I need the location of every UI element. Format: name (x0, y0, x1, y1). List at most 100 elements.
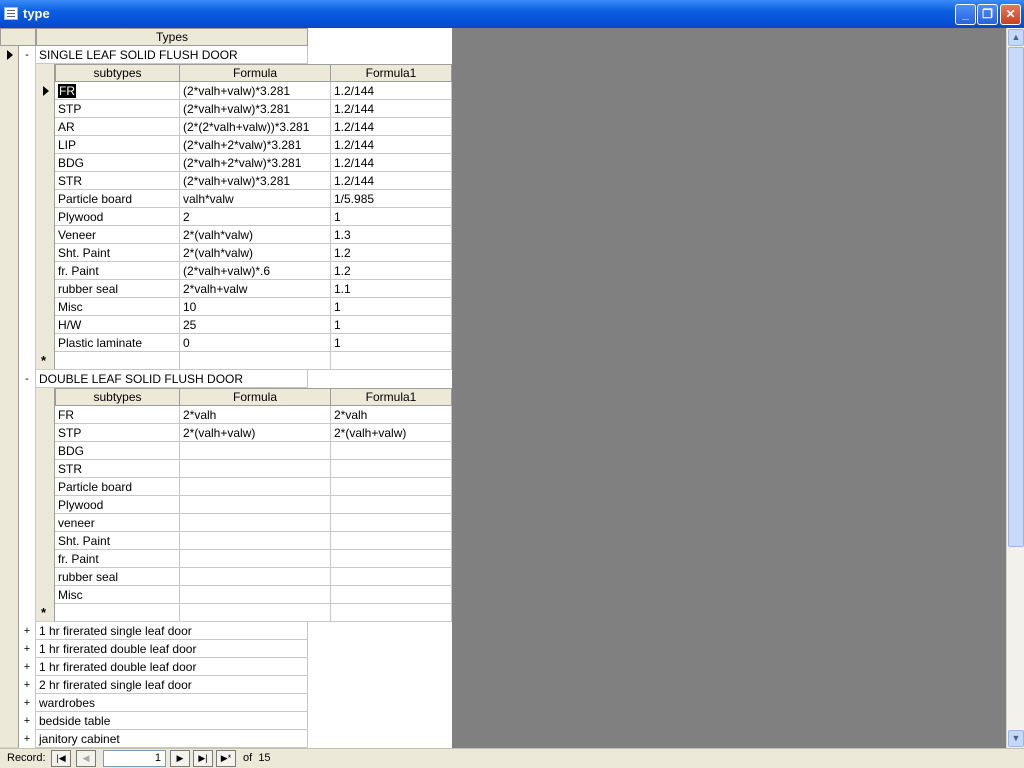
formula-cell[interactable]: (2*valh+valw)*3.281 (180, 100, 331, 118)
subtypes-column-header[interactable]: subtypes (55, 64, 180, 82)
subtype-cell[interactable]: FR (55, 406, 180, 424)
subtype-cell[interactable]: Misc (55, 298, 180, 316)
new-formula-cell[interactable] (180, 604, 331, 622)
expand-toggle[interactable]: + (21, 642, 33, 656)
restore-button[interactable]: ❐ (977, 4, 998, 25)
subtype-cell[interactable]: Particle board (55, 190, 180, 208)
parent-row-name[interactable]: wardrobes (36, 694, 308, 712)
formula-cell[interactable] (180, 586, 331, 604)
formula1-cell[interactable]: 2*(valh+valw) (331, 424, 452, 442)
minimize-button[interactable]: _ (955, 4, 976, 25)
subtype-cell[interactable]: Sht. Paint (55, 532, 180, 550)
formula1-cell[interactable] (331, 514, 452, 532)
new-formula1-cell[interactable] (331, 352, 452, 370)
formula1-cell[interactable]: 1.1 (331, 280, 452, 298)
subtype-cell[interactable]: Plywood (55, 208, 180, 226)
previous-record-button[interactable]: ◀ (76, 750, 96, 767)
subtype-cell[interactable]: Misc (55, 586, 180, 604)
last-record-button[interactable]: ▶| (193, 750, 213, 767)
formula1-cell[interactable]: 1.2/144 (331, 136, 452, 154)
formula1-column-header[interactable]: Formula1 (331, 388, 452, 406)
close-button[interactable]: ✕ (1000, 4, 1021, 25)
scroll-thumb[interactable] (1008, 47, 1024, 547)
formula-cell[interactable] (180, 532, 331, 550)
formula1-cell[interactable]: 1.2 (331, 262, 452, 280)
parent-row-name[interactable]: 2 hr firerated single leaf door (36, 676, 308, 694)
subtype-cell[interactable]: Plywood (55, 496, 180, 514)
formula1-cell[interactable]: 1.2/144 (331, 118, 452, 136)
expand-toggle[interactable]: + (21, 732, 33, 746)
formula-cell[interactable]: (2*(2*valh+valw))*3.281 (180, 118, 331, 136)
formula1-cell[interactable]: 1 (331, 208, 452, 226)
formula-cell[interactable]: 2 (180, 208, 331, 226)
formula-cell[interactable]: (2*valh+valw)*.6 (180, 262, 331, 280)
subtype-cell[interactable]: AR (55, 118, 180, 136)
formula-cell[interactable] (180, 460, 331, 478)
formula-cell[interactable]: (2*valh+valw)*3.281 (180, 172, 331, 190)
formula1-cell[interactable] (331, 496, 452, 514)
formula1-cell[interactable]: 1.2/144 (331, 172, 452, 190)
subtype-cell[interactable]: STR (55, 172, 180, 190)
vertical-scrollbar[interactable]: ▲ ▼ (1006, 28, 1024, 748)
new-subtype-cell[interactable] (55, 604, 180, 622)
subtype-cell[interactable]: Particle board (55, 478, 180, 496)
collapse-toggle[interactable]: - (21, 372, 33, 386)
subtype-cell[interactable]: rubber seal (55, 280, 180, 298)
formula1-cell[interactable]: 1 (331, 316, 452, 334)
formula1-cell[interactable]: 1 (331, 298, 452, 316)
formula1-cell[interactable]: 1.2/144 (331, 154, 452, 172)
formula-column-header[interactable]: Formula (180, 64, 331, 82)
formula1-cell[interactable] (331, 550, 452, 568)
formula-cell[interactable] (180, 496, 331, 514)
formula-cell[interactable]: 0 (180, 334, 331, 352)
formula1-cell[interactable] (331, 532, 452, 550)
subtype-cell[interactable]: H/W (55, 316, 180, 334)
expand-toggle[interactable]: + (21, 696, 33, 710)
formula-cell[interactable]: (2*valh+valw)*3.281 (180, 82, 331, 100)
types-column-header[interactable]: Types (36, 28, 308, 46)
formula1-cell[interactable] (331, 442, 452, 460)
new-formula-cell[interactable] (180, 352, 331, 370)
formula-cell[interactable] (180, 568, 331, 586)
formula-cell[interactable] (180, 514, 331, 532)
formula1-cell[interactable]: 1.2/144 (331, 100, 452, 118)
formula-cell[interactable] (180, 478, 331, 496)
formula-column-header[interactable]: Formula (180, 388, 331, 406)
parent-row-name[interactable]: 1 hr firerated double leaf door (36, 640, 308, 658)
new-subtype-cell[interactable] (55, 352, 180, 370)
expand-toggle[interactable]: + (21, 714, 33, 728)
formula1-cell[interactable]: 1.2/144 (331, 82, 452, 100)
subtype-cell[interactable]: BDG (55, 154, 180, 172)
formula-cell[interactable]: 2*(valh*valw) (180, 226, 331, 244)
formula-cell[interactable]: valh*valw (180, 190, 331, 208)
collapse-toggle[interactable]: - (21, 48, 33, 62)
parent-row-name[interactable]: 1 hr firerated double leaf door (36, 658, 308, 676)
corner-cell[interactable] (0, 28, 36, 46)
expand-toggle[interactable]: + (21, 660, 33, 674)
expand-toggle[interactable]: + (21, 678, 33, 692)
formula-cell[interactable] (180, 442, 331, 460)
parent-row-name[interactable]: bedside table (36, 712, 308, 730)
formula1-cell[interactable]: 1.2 (331, 244, 452, 262)
new-formula1-cell[interactable] (331, 604, 452, 622)
formula-cell[interactable]: (2*valh+2*valw)*3.281 (180, 136, 331, 154)
subtype-cell[interactable]: fr. Paint (55, 550, 180, 568)
parent-row-name[interactable]: 1 hr firerated single leaf door (36, 622, 308, 640)
first-record-button[interactable]: |◀ (51, 750, 71, 767)
subtype-cell[interactable]: fr. Paint (55, 262, 180, 280)
subtype-cell[interactable]: Veneer (55, 226, 180, 244)
formula1-cell[interactable]: 2*valh (331, 406, 452, 424)
subtype-cell[interactable]: veneer (55, 514, 180, 532)
subtype-cell[interactable]: Sht. Paint (55, 244, 180, 262)
subtype-cell[interactable]: STR (55, 460, 180, 478)
formula-cell[interactable]: 2*valh+valw (180, 280, 331, 298)
formula-cell[interactable]: 2*valh (180, 406, 331, 424)
parent-row-name[interactable]: DOUBLE LEAF SOLID FLUSH DOOR (36, 370, 308, 388)
subtype-cell[interactable]: Plastic laminate (55, 334, 180, 352)
parent-row-name[interactable]: SINGLE LEAF SOLID FLUSH DOOR (36, 46, 308, 64)
next-record-button[interactable]: ▶ (170, 750, 190, 767)
formula-cell[interactable]: (2*valh+2*valw)*3.281 (180, 154, 331, 172)
formula-cell[interactable]: 2*(valh*valw) (180, 244, 331, 262)
formula1-column-header[interactable]: Formula1 (331, 64, 452, 82)
scroll-down-button[interactable]: ▼ (1008, 730, 1024, 747)
